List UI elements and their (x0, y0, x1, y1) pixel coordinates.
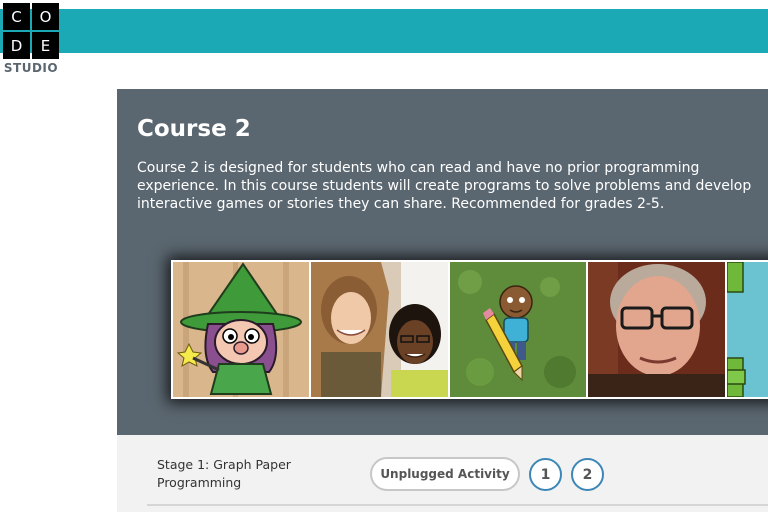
thumbnail-man-glasses[interactable] (588, 262, 725, 397)
logo-letter-d: D (3, 32, 30, 59)
pencil-character-icon (450, 262, 586, 397)
stage-title[interactable]: Stage 1: Graph Paper Programming (157, 456, 327, 492)
logo-letter-o: O (32, 3, 59, 30)
stage-row: Stage 1: Graph Paper Programming Unplugg… (117, 435, 768, 512)
logo-letter-e: E (32, 32, 59, 59)
stage-divider (147, 504, 768, 506)
header-bar (0, 9, 768, 53)
course-title: Course 2 (137, 116, 251, 142)
course-description: Course 2 is designed for students who ca… (137, 160, 752, 212)
level-bubble-1[interactable]: 1 (529, 458, 562, 491)
unplugged-activity-button[interactable]: Unplugged Activity (370, 457, 520, 491)
cartoon-witch-icon (173, 262, 309, 397)
logo-grid: C O D E (3, 3, 59, 59)
thumbnail-witch[interactable] (173, 262, 309, 397)
flappy-game-icon (727, 262, 768, 397)
thumbnail-pencil-character[interactable] (450, 262, 586, 397)
thumbnail-strip (171, 260, 768, 399)
students-photo-icon (311, 262, 448, 397)
thumbnail-students[interactable] (311, 262, 448, 397)
logo-studio-text: STUDIO (3, 61, 59, 75)
code-studio-logo[interactable]: C O D E STUDIO (3, 3, 59, 75)
logo-letter-c: C (3, 3, 30, 30)
man-glasses-photo-icon (588, 262, 725, 397)
course-hero-panel: Course 2 Course 2 is designed for studen… (117, 89, 768, 435)
thumbnail-flappy-game[interactable] (727, 262, 768, 397)
level-bubble-2[interactable]: 2 (571, 458, 604, 491)
